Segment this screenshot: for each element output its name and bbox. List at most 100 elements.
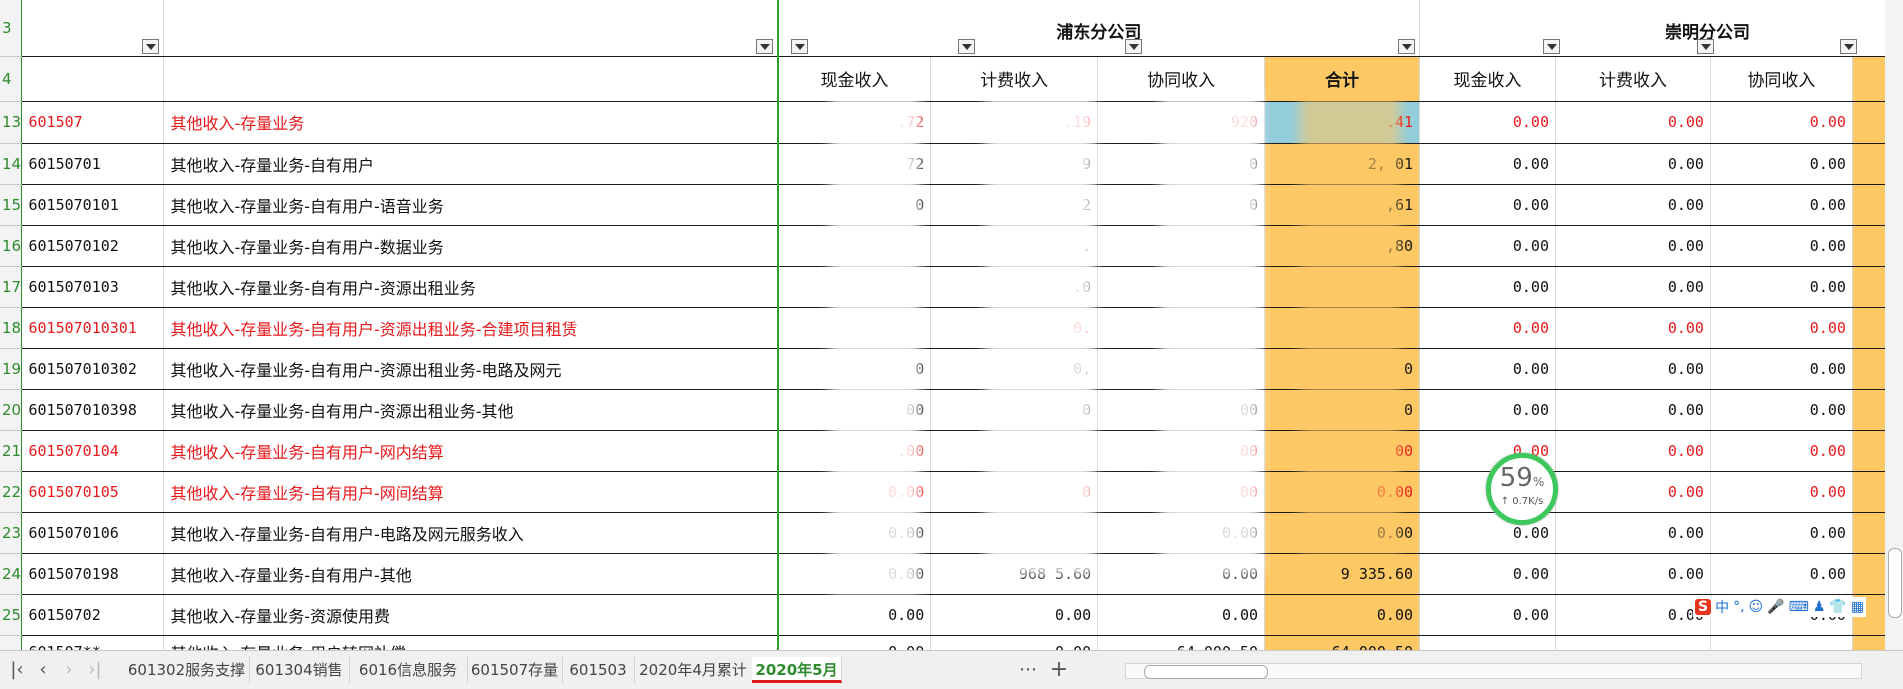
cash-income-cell[interactable]: 0.00 [1419, 266, 1556, 308]
filter-dropdown-icon[interactable] [1543, 38, 1561, 54]
punctuation-icon[interactable]: °, [1733, 599, 1744, 615]
cash-income-cell[interactable]: 0.00 [777, 594, 932, 636]
code-cell[interactable]: 601507 [21, 101, 165, 144]
sheet-tab[interactable]: 601503 [562, 657, 635, 683]
cash-income-cell[interactable]: 0.00 [1419, 553, 1556, 595]
data-table[interactable]: 3 浦东分公司 崇明分公司 4 现金收入 计费收入 协同收入 合计 现金收入 计… [0, 0, 1903, 650]
name-cell[interactable]: 其他收入-存量业务-自有用户-资源出租业务-电路及网元 [163, 348, 779, 390]
name-cell[interactable]: 其他收入-存量业务-自有用户-数据业务 [163, 225, 779, 267]
total-cell[interactable]: 64,000.50 [1264, 635, 1421, 650]
filter-dropdown-icon[interactable] [958, 38, 976, 54]
billing-income-cell[interactable]: 0.00 [1555, 512, 1711, 554]
collab-income-cell[interactable]: 0.00 [1710, 348, 1853, 390]
sheet-tab[interactable]: 601507存量 [467, 657, 563, 683]
name-cell[interactable]: 其他收入-存量业务-自有用户-其他 [163, 553, 779, 595]
row-number[interactable]: 23 [0, 512, 23, 554]
row-number[interactable]: 15 [0, 184, 23, 226]
code-cell[interactable]: 6015070106 [21, 512, 165, 554]
group-header-pudong[interactable]: 浦东分公司 [777, 0, 1421, 57]
skin-icon[interactable]: 👕 [1829, 599, 1846, 615]
row-number[interactable]: 4 [0, 56, 23, 102]
collab-income-cell[interactable]: 0.00 [1710, 553, 1853, 595]
table-row[interactable]: 1460150701其他收入-存量业务-自有用户72902, 010.000.0… [0, 143, 1903, 185]
sheet-tab[interactable]: 601302服务支撑 [124, 657, 250, 683]
row-number[interactable]: 25 [0, 594, 23, 636]
billing-income-cell[interactable]: 0.00 [1555, 307, 1711, 349]
add-sheet-icon[interactable]: + [1048, 659, 1070, 681]
sheet-tab[interactable]: 2020年5月 [752, 657, 842, 683]
collab-income-cell[interactable]: 0.00 [1710, 512, 1853, 554]
vertical-scroll-thumb[interactable] [1888, 548, 1902, 618]
cash-income-cell[interactable]: 0.00 [1419, 101, 1556, 144]
name-cell[interactable]: 其他收入-存量业务-自有用户-资源出租业务-其他 [163, 389, 779, 431]
cash-income-cell[interactable]: 0.00 [1419, 225, 1556, 267]
cash-income-cell[interactable]: 0.00 [1419, 184, 1556, 226]
code-cell[interactable]: 60150701 [21, 143, 165, 185]
billing-income-cell[interactable]: 0.00 [1555, 348, 1711, 390]
sheet-tab[interactable]: 601304销售 [249, 657, 350, 683]
table-row[interactable]: 176015070103其他收入-存量业务-自有用户-资源出租业务.00.000… [0, 266, 1903, 308]
table-row[interactable]: 13601507其他收入-存量业务.72.19920.410.000.000.0… [0, 101, 1903, 144]
group-header-chongming[interactable]: 崇明分公司 [1419, 0, 1903, 57]
code-cell[interactable]: 60150702 [21, 594, 165, 636]
name-cell[interactable]: 其他收入-存量业务-自有用户 [163, 143, 779, 185]
code-cell[interactable]: 6015070104 [21, 430, 165, 472]
column-header[interactable]: 计费收入 [1555, 56, 1711, 102]
last-sheet-icon[interactable]: ›| [84, 659, 106, 681]
name-cell[interactable]: 其他收入-存量业务 [163, 101, 779, 144]
emoji-icon[interactable]: ☺ [1749, 599, 1764, 615]
row-number[interactable]: 14 [0, 143, 23, 185]
filter-dropdown-icon[interactable] [755, 38, 773, 54]
row-number[interactable] [0, 635, 23, 650]
column-header[interactable]: 协同收入 [1710, 56, 1853, 102]
name-cell[interactable]: 其他收入-存量业务-自有用户-网间结算 [163, 471, 779, 513]
filter-dropdown-icon[interactable] [142, 38, 160, 54]
code-cell[interactable]: 6015070102 [21, 225, 165, 267]
collab-income-cell[interactable]: 64,000.50 [1097, 635, 1266, 650]
table-row[interactable]: 601507**其他收入-存量业务-用户转网补偿0.000.0064,000.5… [0, 635, 1903, 650]
cash-income-cell[interactable]: 0.00 [1419, 389, 1556, 431]
next-sheet-icon[interactable]: › [58, 659, 80, 681]
table-row[interactable]: 226015070105其他收入-存量业务-自有用户-网间结算0.000000.… [0, 471, 1903, 513]
row-number[interactable]: 19 [0, 348, 23, 390]
row-number[interactable]: 17 [0, 266, 23, 308]
billing-income-cell[interactable]: 0.00 [930, 635, 1099, 650]
first-sheet-icon[interactable]: |‹ [6, 659, 28, 681]
horizontal-scrollbar[interactable] [1125, 663, 1862, 679]
collab-income-cell[interactable]: 0.00 [1710, 225, 1853, 267]
row-number[interactable]: 20 [0, 389, 23, 431]
collab-income-cell[interactable]: 0.00 [1710, 471, 1853, 513]
billing-income-cell[interactable]: 0.00 [930, 594, 1099, 636]
row-number[interactable]: 16 [0, 225, 23, 267]
name-cell[interactable]: 其他收入-存量业务-自有用户-资源出租业务 [163, 266, 779, 308]
row-number[interactable]: 13 [0, 101, 23, 144]
table-row[interactable]: 216015070104其他收入-存量业务-自有用户-网内结算.0000000.… [0, 430, 1903, 472]
table-row[interactable]: 25 60150702 其他收入-存量业务-资源使用费 0.00 0.00 0.00 0.0… [0, 594, 1903, 636]
cell[interactable] [163, 56, 779, 102]
name-cell[interactable]: 其他收入-存量业务-用户转网补偿 [163, 635, 779, 650]
spreadsheet-grid[interactable]: 3 浦东分公司 崇明分公司 4 现金收入 计费收入 协同收入 合计 现金收入 计… [0, 0, 1903, 650]
billing-income-cell[interactable]: 0.00 [1555, 471, 1711, 513]
table-row[interactable]: 156015070101其他收入-存量业务-自有用户-语音业务020,610.0… [0, 184, 1903, 226]
collab-income-cell[interactable]: 0.00 [1710, 430, 1853, 472]
filter-dropdown-icon[interactable] [1840, 38, 1858, 54]
ime-toolbar[interactable]: S 中 °, ☺ 🎤 ⌨ ♟ 👕 ▦ [1693, 597, 1867, 617]
cash-income-cell[interactable]: 0.00 [1419, 348, 1556, 390]
cash-income-cell[interactable] [1419, 635, 1556, 650]
billing-income-cell[interactable]: 0.00 [1555, 143, 1711, 185]
toolbox-icon[interactable]: ▦ [1851, 599, 1864, 615]
code-cell[interactable]: 601507010398 [21, 389, 165, 431]
name-cell[interactable]: 其他收入-存量业务-资源使用费 [163, 594, 779, 636]
row-number[interactable]: 22 [0, 471, 23, 513]
name-cell[interactable]: 其他收入-存量业务-自有用户-网内结算 [163, 430, 779, 472]
collab-income-cell[interactable]: 0.00 [1710, 184, 1853, 226]
name-cell[interactable]: 其他收入-存量业务-自有用户-语音业务 [163, 184, 779, 226]
name-cell[interactable]: 其他收入-存量业务-自有用户-电路及网元服务收入 [163, 512, 779, 554]
sheet-tab[interactable]: 2020年4月累计 [634, 657, 753, 683]
total-cell[interactable]: 0.00 [1264, 594, 1421, 636]
table-row[interactable]: 18 601507010301 其他收入-存量业务-自有用户-资源出租业务-合建项目… [0, 307, 1903, 349]
billing-income-cell[interactable]: 0.00 [1555, 184, 1711, 226]
collab-income-cell[interactable] [1710, 635, 1853, 650]
row-number[interactable]: 21 [0, 430, 23, 472]
cash-income-cell[interactable]: 0.00 [1419, 143, 1556, 185]
